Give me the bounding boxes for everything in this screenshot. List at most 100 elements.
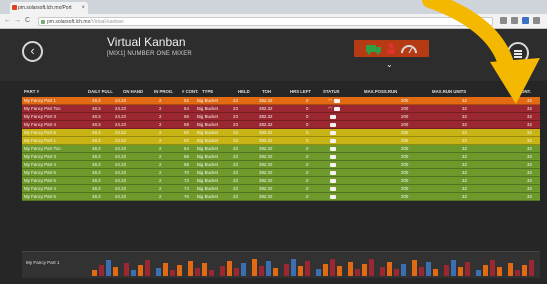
cell-held: 23 — [233, 194, 238, 199]
bookmark-icon[interactable] — [511, 17, 518, 24]
col-hrs-left[interactable]: HRS LEFT — [290, 87, 311, 97]
col-cont[interactable]: # CONT. — [182, 87, 198, 97]
back-button[interactable]: ‹ — [22, 41, 43, 62]
extension-icon[interactable] — [500, 17, 507, 24]
url-path: /Virtual-kanban — [90, 19, 124, 25]
chevron-down-icon[interactable]: ⌄ — [386, 60, 393, 69]
col-status[interactable]: STATUS — [323, 87, 340, 97]
menu-line — [514, 56, 522, 58]
cell-part: My Fancy Part 3 — [24, 154, 56, 159]
truck-icon — [330, 170, 336, 175]
timeline-bar — [241, 263, 246, 276]
page-title: Virtual Kanban — [107, 35, 186, 49]
table-row[interactable]: My Fancy Part 5 48.3 24.23 2 60 Big Bucket 23 3… — [22, 129, 540, 137]
timeline-bar — [412, 260, 417, 276]
cell-held: 23 — [233, 154, 238, 159]
cell-units: 32 — [462, 162, 467, 167]
reload-icon[interactable]: C — [25, 16, 30, 26]
cell-prog: 2 — [159, 106, 162, 111]
back-arrow-icon[interactable]: ← — [4, 16, 11, 26]
cell-part: My Fancy Part 1 — [24, 138, 56, 143]
col-cont2[interactable]: CONT. — [518, 87, 531, 97]
cell-part: My Fancy Part 5 — [24, 178, 56, 183]
col-part[interactable]: PART # — [24, 87, 39, 97]
table-row[interactable]: My Fancy Part 4 48.3 24.23 2 68 Big Bucket 23 3… — [22, 161, 540, 169]
cell-type: Big Bucket — [197, 106, 218, 111]
cell-pull: 48.3 — [92, 130, 101, 135]
cell-toh: 382.32 — [259, 186, 273, 191]
cell-prog: 2 — [159, 146, 162, 151]
table-row[interactable]: My Fancy Part 5 48.3 24.23 2 70 Big Bucket 23 3… — [22, 169, 540, 177]
table-row[interactable]: My Fancy Part Too 48.3 24.23 2 64 Big Bucket 2… — [22, 145, 540, 153]
menu-line — [514, 50, 522, 52]
timeline-bar — [291, 259, 296, 276]
cell-hand: 24.23 — [115, 122, 126, 127]
timeline-bar — [497, 267, 502, 276]
table-row[interactable]: My Fancy Part 5 48.3 24.23 2 72 Big Bucket 23 3… — [22, 177, 540, 185]
cell-held: 23 — [233, 170, 238, 175]
timeline-bar — [394, 269, 399, 276]
cell-type: Big Bucket — [197, 98, 218, 103]
col-in-prog[interactable]: IN PROG. — [154, 87, 173, 97]
cell-cont: 76 — [184, 194, 189, 199]
timeline-bar — [323, 264, 328, 276]
cell-cont2: 32 — [527, 114, 532, 119]
col-on-hand[interactable]: ON HAND — [123, 87, 143, 97]
table-row[interactable]: My Fancy Part 5 48.3 24.23 2 76 Big Bucket 23 3… — [22, 193, 540, 201]
gauge-icon: ◠ — [328, 98, 333, 104]
timeline-bar — [202, 263, 207, 276]
truck-icon — [334, 107, 341, 111]
cell-units: 32 — [462, 170, 467, 175]
browser-tab[interactable]: pm.solarsoft.lch.mx/Port × — [10, 2, 88, 14]
forward-arrow-icon[interactable]: → — [14, 16, 21, 26]
cell-toh: 382.32 — [259, 138, 273, 143]
timeline-bar — [145, 260, 150, 276]
table-row[interactable]: My Fancy Part 1 48.3 24.23 2 52 Big Bucket 23 3… — [22, 97, 540, 105]
cell-type: Big Bucket — [197, 122, 218, 127]
favicon-icon — [12, 5, 17, 10]
close-tab-icon[interactable]: × — [81, 2, 85, 14]
cell-cont2: 32 — [527, 162, 532, 167]
status-cell — [328, 121, 336, 129]
cell-cont2: 32 — [527, 138, 532, 143]
col-held[interactable]: HELD — [238, 87, 250, 97]
machine-status-indicator[interactable] — [354, 40, 429, 57]
browser-toolbar: ← → C pm.solarsoft.lch.mx/Virtual-kanban — [0, 14, 547, 29]
cell-max: 200 — [401, 130, 409, 135]
cell-type: Big Bucket — [197, 162, 218, 167]
table-row[interactable]: My Fancy Part 4 48.3 24.23 2 74 Big Bucket 23 3… — [22, 185, 540, 193]
settings-icon[interactable] — [533, 17, 540, 24]
table-row[interactable]: My Fancy Part 4 48.3 24.23 2 58 Big Bucket 23 3… — [22, 121, 540, 129]
cell-max: 200 — [401, 106, 409, 111]
cell-hrs: 0 — [306, 146, 309, 151]
cell-pull: 48.3 — [92, 194, 101, 199]
cell-held: 23 — [233, 162, 238, 167]
cell-pull: 48.3 — [92, 106, 101, 111]
timeline-bar — [298, 266, 303, 276]
cell-cont2: 32 — [527, 154, 532, 159]
cell-part: My Fancy Part 5 — [24, 130, 56, 135]
table-row[interactable]: My Fancy Part 3 48.3 24.23 2 56 Big Bucket 23 3… — [22, 113, 540, 121]
cell-units: 32 — [462, 146, 467, 151]
cell-units: 32 — [462, 178, 467, 183]
timeline-bar — [124, 263, 129, 276]
table-row[interactable]: My Fancy Part Too 48.3 24.23 2 54 Big Bucket 2… — [22, 105, 540, 113]
cell-prog: 2 — [159, 194, 162, 199]
table-row[interactable]: My Fancy Part 3 48.3 24.23 2 66 Big Bucket 23 3… — [22, 153, 540, 161]
cell-toh: 382.32 — [259, 114, 273, 119]
cell-cont: 58 — [184, 122, 189, 127]
menu-button[interactable] — [507, 42, 529, 64]
col-daily-pull[interactable]: DAILY PULL — [88, 87, 113, 97]
col-max-poss-run[interactable]: MAX.POSS.RUN — [364, 87, 397, 97]
col-max-run-units[interactable]: MAX.RUN UNITS — [432, 87, 466, 97]
timeline-bar — [156, 268, 161, 276]
cell-hrs: 0 — [306, 122, 309, 127]
timeline-bar — [380, 267, 385, 276]
table-row[interactable]: My Fancy Part 1 48.3 24.23 2 62 Big Bucket 23 3… — [22, 137, 540, 145]
col-type[interactable]: TYPE — [202, 87, 213, 97]
address-bar[interactable]: pm.solarsoft.lch.mx/Virtual-kanban — [38, 17, 493, 26]
timeline-bar — [515, 270, 520, 276]
profile-icon[interactable] — [522, 17, 529, 24]
col-toh[interactable]: TOH — [262, 87, 271, 97]
cell-toh: 382.32 — [259, 130, 273, 135]
